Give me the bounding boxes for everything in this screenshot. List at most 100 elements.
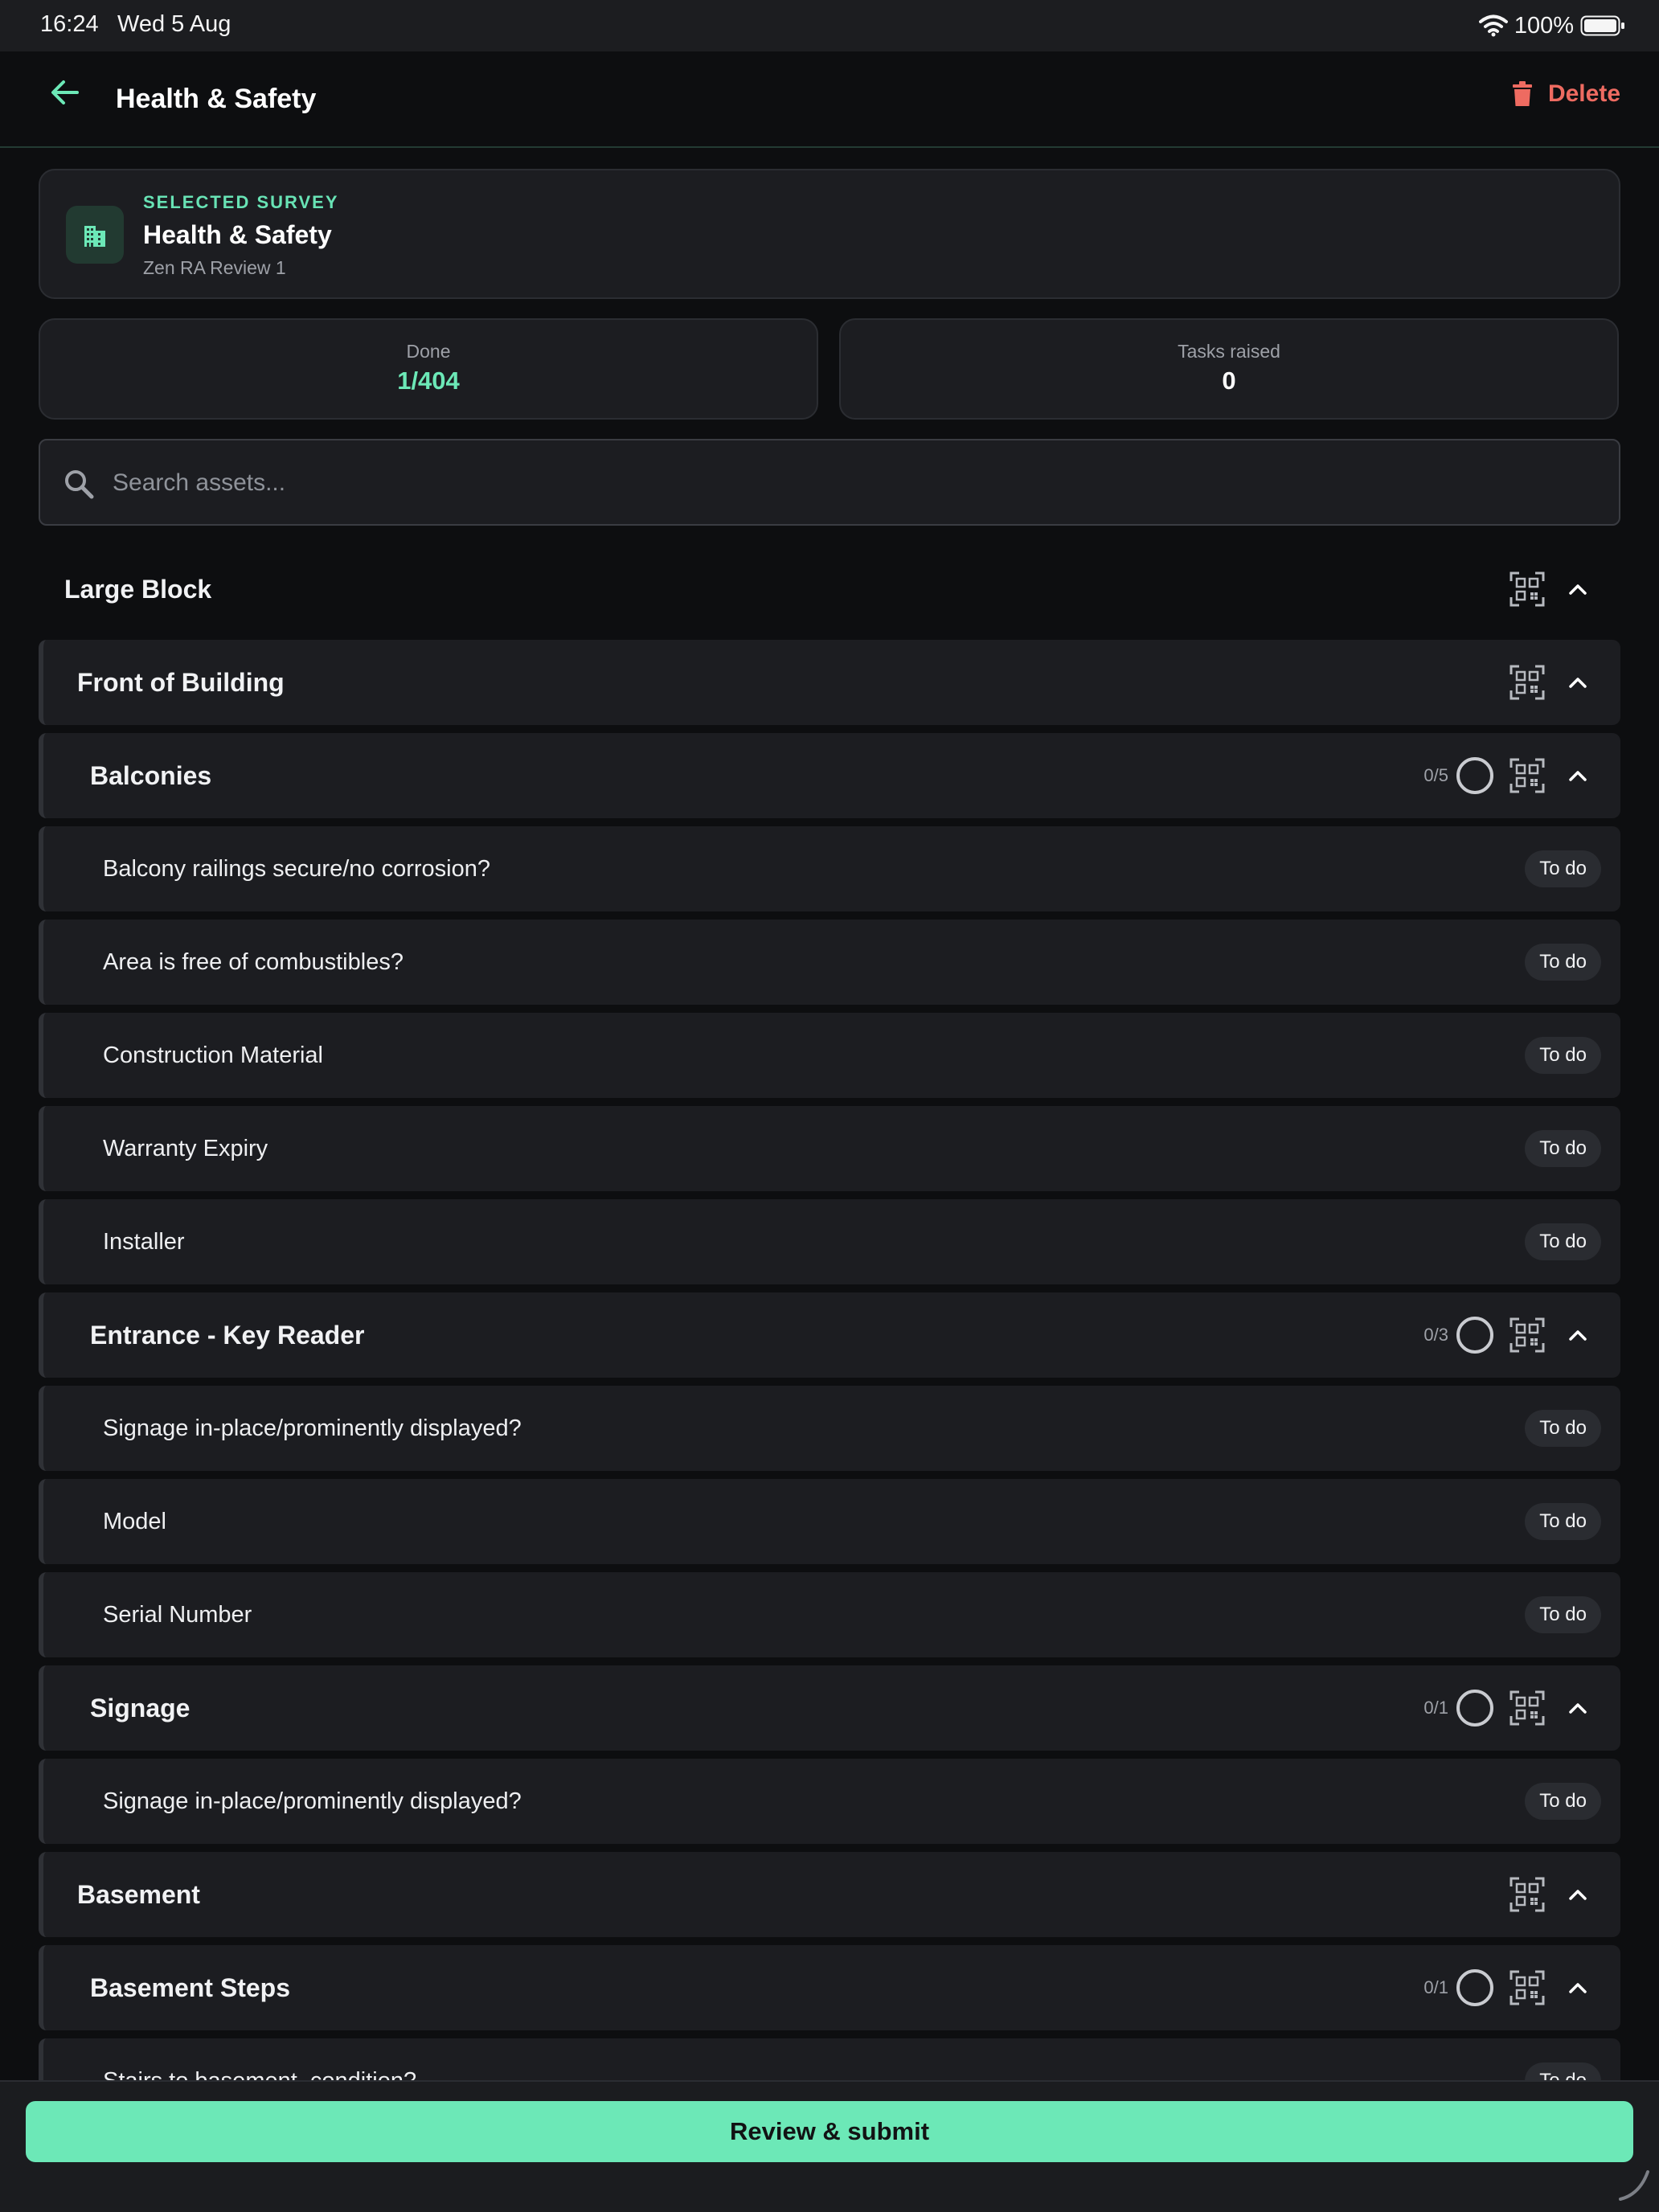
- chevron-up-icon[interactable]: [1566, 577, 1590, 601]
- group-actions: 0/1: [1423, 1945, 1596, 2030]
- delete-button[interactable]: Delete: [1512, 74, 1620, 114]
- qr-scan-icon[interactable]: [1509, 758, 1545, 793]
- qr-scan-icon[interactable]: [1509, 1877, 1545, 1912]
- battery-percent: 100%: [1514, 12, 1574, 39]
- group-actions: [1509, 547, 1596, 632]
- progress-count: 0/1: [1423, 1698, 1448, 1718]
- status-badge[interactable]: To do: [1525, 1503, 1601, 1540]
- app-header: Health & Safety Delete: [0, 51, 1659, 148]
- status-badge[interactable]: To do: [1525, 2062, 1601, 2080]
- checklist-item-label: Signage in-place/prominently displayed?: [103, 1788, 522, 1814]
- status-badge[interactable]: To do: [1525, 944, 1601, 981]
- chevron-up-icon[interactable]: [1566, 1696, 1590, 1720]
- asset-group-label: Basement: [77, 1879, 200, 1909]
- status-badge[interactable]: To do: [1525, 850, 1601, 887]
- checklist-item[interactable]: Serial Number To do: [39, 1572, 1620, 1657]
- chevron-up-icon[interactable]: [1566, 764, 1590, 788]
- wifi-icon: [1478, 14, 1508, 37]
- progress-ring-icon: [1456, 1969, 1493, 2006]
- asset-group-level-2[interactable]: Basement Steps 0/1: [39, 1945, 1620, 2030]
- progress-ring-icon: [1456, 757, 1493, 794]
- checklist-item[interactable]: Stairs to basement, condition? To do: [39, 2038, 1620, 2080]
- group-actions: 0/3: [1423, 1292, 1596, 1378]
- done-stat-card: Done 1/404: [39, 318, 818, 420]
- done-value: 1/404: [397, 367, 460, 395]
- checklist-item-label: Balcony railings secure/no corrosion?: [103, 855, 490, 882]
- checklist-item-label: Construction Material: [103, 1042, 323, 1068]
- progress-count: 0/1: [1423, 1977, 1448, 1997]
- chevron-up-icon[interactable]: [1566, 1976, 1590, 2000]
- building-icon: [84, 226, 105, 247]
- group-actions: [1509, 1852, 1596, 1937]
- asset-group-label: Entrance - Key Reader: [90, 1320, 365, 1350]
- status-badge[interactable]: To do: [1525, 1410, 1601, 1447]
- qr-scan-icon[interactable]: [1509, 1690, 1545, 1726]
- checklist-item-label: Signage in-place/prominently displayed?: [103, 1415, 522, 1441]
- asset-group-level-2[interactable]: Entrance - Key Reader 0/3: [39, 1292, 1620, 1378]
- asset-group-level-1[interactable]: Front of Building: [39, 640, 1620, 725]
- checklist-item[interactable]: Signage in-place/prominently displayed? T…: [39, 1386, 1620, 1471]
- battery-icon: [1580, 15, 1624, 36]
- asset-list[interactable]: Large Block Front of Building Balconies 0/5…: [39, 547, 1620, 2080]
- arrow-left-icon: [51, 80, 79, 104]
- asset-group-label: Large Block: [64, 574, 212, 604]
- asset-group-label: Balconies: [90, 760, 212, 790]
- review-submit-button[interactable]: Review & submit: [26, 2101, 1633, 2162]
- asset-group-label: Basement Steps: [90, 1972, 290, 2002]
- status-badge[interactable]: To do: [1525, 1223, 1601, 1260]
- checklist-item-label: Serial Number: [103, 1601, 252, 1628]
- asset-group-level-2[interactable]: Signage 0/1: [39, 1665, 1620, 1751]
- asset-group-label: Front of Building: [77, 667, 285, 697]
- checklist-item[interactable]: Area is free of combustibles? To do: [39, 920, 1620, 1005]
- survey-name: Health & Safety: [143, 220, 332, 249]
- survey-subtitle: Zen RA Review 1: [143, 257, 286, 278]
- group-actions: 0/1: [1423, 1665, 1596, 1751]
- qr-scan-icon[interactable]: [1509, 1317, 1545, 1353]
- status-time: 16:24: [40, 11, 99, 37]
- qr-scan-icon[interactable]: [1509, 1970, 1545, 2005]
- checklist-item[interactable]: Model To do: [39, 1479, 1620, 1564]
- status-badge[interactable]: To do: [1525, 1783, 1601, 1820]
- group-actions: 0/5: [1423, 733, 1596, 818]
- checklist-item[interactable]: Warranty Expiry To do: [39, 1106, 1620, 1191]
- qr-scan-icon[interactable]: [1509, 571, 1545, 607]
- tasks-stat-card: Tasks raised 0: [839, 318, 1619, 420]
- search-input[interactable]: [113, 458, 1591, 508]
- group-actions: [1509, 640, 1596, 725]
- status-right: 100%: [1478, 10, 1625, 42]
- progress-ring-icon: [1456, 1317, 1493, 1354]
- status-badge[interactable]: To do: [1525, 1037, 1601, 1074]
- page-title: Health & Safety: [116, 84, 317, 114]
- survey-eyebrow: SELECTED SURVEY: [143, 192, 339, 212]
- checklist-item[interactable]: Installer To do: [39, 1199, 1620, 1284]
- checklist-item-label: Installer: [103, 1228, 185, 1255]
- done-label: Done: [406, 341, 451, 362]
- qr-scan-icon[interactable]: [1509, 665, 1545, 700]
- asset-group-level-1[interactable]: Basement: [39, 1852, 1620, 1937]
- progress-count: 0/5: [1423, 765, 1448, 785]
- bottom-bar: Review & submit: [0, 2080, 1659, 2212]
- tasks-value: 0: [1222, 367, 1236, 395]
- chevron-up-icon[interactable]: [1566, 1882, 1590, 1907]
- checklist-item-label: Area is free of combustibles?: [103, 948, 403, 975]
- asset-group-label: Signage: [90, 1693, 190, 1722]
- status-badge[interactable]: To do: [1525, 1130, 1601, 1167]
- checklist-item[interactable]: Signage in-place/prominently displayed? T…: [39, 1759, 1620, 1844]
- selected-survey-card: SELECTED SURVEY Health & Safety Zen RA R…: [39, 169, 1620, 299]
- search-bar: [39, 439, 1620, 526]
- checklist-item-label: Warranty Expiry: [103, 1135, 268, 1161]
- chevron-up-icon[interactable]: [1566, 670, 1590, 694]
- checklist-item[interactable]: Construction Material To do: [39, 1013, 1620, 1098]
- status-bar: 16:24 Wed 5 Aug 100%: [0, 0, 1659, 51]
- status-badge[interactable]: To do: [1525, 1596, 1601, 1633]
- search-icon: [65, 470, 94, 499]
- asset-group-level-0[interactable]: Large Block: [39, 547, 1620, 632]
- checklist-item[interactable]: Balcony railings secure/no corrosion? To …: [39, 826, 1620, 911]
- back-button[interactable]: [45, 72, 85, 113]
- trash-icon: [1512, 81, 1532, 106]
- chevron-up-icon[interactable]: [1566, 1323, 1590, 1347]
- delete-label: Delete: [1547, 80, 1620, 107]
- status-date: Wed 5 Aug: [117, 11, 231, 37]
- asset-group-level-2[interactable]: Balconies 0/5: [39, 733, 1620, 818]
- checklist-item-label: Stairs to basement, condition?: [103, 2038, 416, 2081]
